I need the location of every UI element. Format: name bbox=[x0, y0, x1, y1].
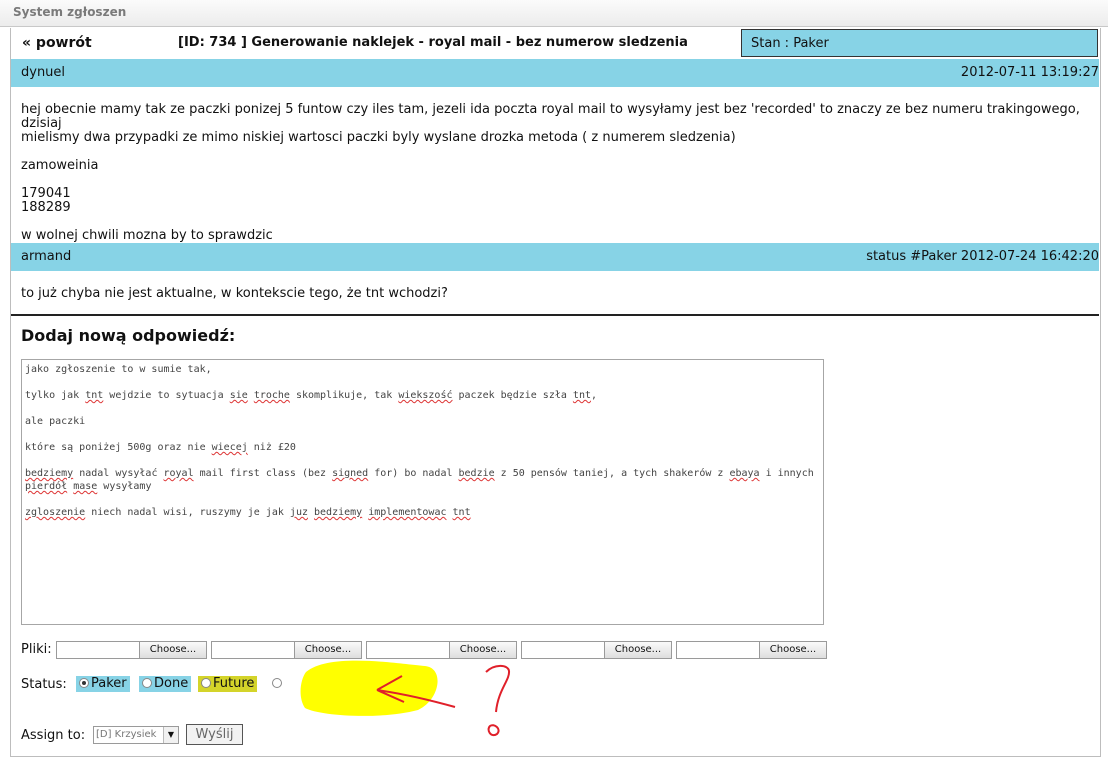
section-divider bbox=[11, 314, 1099, 316]
file-input[interactable]: Choose... bbox=[56, 641, 207, 659]
message-body: to już chyba nie jest aktualne, w kontek… bbox=[21, 286, 448, 301]
choose-file-button[interactable]: Choose... bbox=[604, 642, 671, 658]
misspelled-word: wiecej bbox=[211, 442, 248, 453]
misspelled-word: signed bbox=[332, 468, 369, 479]
assignee-select[interactable]: [D] Krzysiek ▼ bbox=[93, 726, 179, 744]
files-label: Pliki: bbox=[21, 642, 52, 657]
file-input[interactable]: Choose... bbox=[211, 641, 362, 659]
choose-file-button[interactable]: Choose... bbox=[449, 642, 516, 658]
ticket-title: [ID: 734 ] Generowanie naklejek - royal … bbox=[178, 35, 688, 50]
back-link[interactable]: « powrót bbox=[22, 35, 92, 51]
status-option-label: Future bbox=[213, 676, 255, 691]
misspelled-word: sie bbox=[229, 390, 248, 401]
file-input[interactable]: Choose... bbox=[366, 641, 517, 659]
radio-button[interactable] bbox=[201, 678, 211, 688]
message-status-timestamp: status #Paker 2012-07-24 16:42:20 bbox=[866, 249, 1099, 264]
misspelled-word: pierdół bbox=[25, 481, 68, 492]
misspelled-word: tnt bbox=[85, 390, 104, 401]
status-option-unlabeled[interactable] bbox=[269, 676, 287, 692]
misspelled-word: juz bbox=[289, 507, 308, 518]
radio-button[interactable] bbox=[142, 678, 152, 688]
misspelled-word: troche bbox=[253, 390, 290, 401]
choose-file-button[interactable]: Choose... bbox=[139, 642, 206, 658]
assignee-selected-value: [D] Krzysiek bbox=[96, 729, 157, 740]
misspelled-word: zgloszenie bbox=[25, 507, 86, 518]
file-input[interactable]: Choose... bbox=[676, 641, 827, 659]
ticket-state-box: Stan : Paker bbox=[741, 29, 1098, 57]
status-label: Status: bbox=[21, 677, 67, 692]
app-header-bar: System zgłoszen bbox=[0, 0, 1108, 27]
message-author: armand bbox=[21, 249, 72, 264]
file-input[interactable]: Choose... bbox=[521, 641, 672, 659]
choose-file-button[interactable]: Choose... bbox=[759, 642, 826, 658]
message-author: dynuel bbox=[21, 65, 66, 80]
message-header: armand status #Paker 2012-07-24 16:42:20 bbox=[11, 243, 1099, 271]
message-timestamp: 2012-07-11 13:19:27 bbox=[960, 65, 1099, 80]
submit-button[interactable]: Wyślij bbox=[186, 724, 243, 745]
message-header: dynuel 2012-07-11 13:19:27 bbox=[11, 59, 1099, 87]
choose-file-button[interactable]: Choose... bbox=[294, 642, 361, 658]
radio-button[interactable] bbox=[79, 678, 89, 688]
misspelled-word: royal bbox=[163, 468, 194, 479]
message-body: hej obecnie mamy tak ze paczki ponizej 5… bbox=[21, 102, 1080, 243]
assign-label: Assign to: bbox=[21, 728, 86, 743]
radio-button[interactable] bbox=[272, 678, 282, 688]
misspelled-word: tnt bbox=[572, 390, 591, 401]
status-option-paker[interactable]: Paker bbox=[76, 676, 130, 692]
misspelled-word: bedzie bbox=[458, 468, 495, 479]
misspelled-word: bedziemy bbox=[314, 507, 363, 518]
reply-textarea[interactable]: jako zgłoszenie to w sumie tak, tylko ja… bbox=[21, 359, 824, 625]
status-option-label: Paker bbox=[91, 676, 127, 691]
misspelled-word: bedziemy bbox=[25, 468, 74, 479]
misspelled-word: implementowac bbox=[368, 507, 447, 518]
misspelled-word: mase bbox=[73, 481, 98, 492]
ticket-state-label: Stan : Paker bbox=[751, 36, 829, 51]
reply-heading: Dodaj nową odpowiedź: bbox=[21, 326, 236, 345]
status-option-done[interactable]: Done bbox=[139, 676, 192, 692]
status-option-label: Done bbox=[154, 676, 189, 691]
misspelled-word: wiekszość bbox=[398, 390, 453, 401]
misspelled-word: tnt bbox=[452, 507, 471, 518]
app-title: System zgłoszen bbox=[13, 5, 127, 19]
misspelled-word: ebaya bbox=[729, 468, 760, 479]
chevron-down-icon[interactable]: ▼ bbox=[163, 727, 178, 743]
status-option-future[interactable]: Future bbox=[198, 676, 258, 692]
